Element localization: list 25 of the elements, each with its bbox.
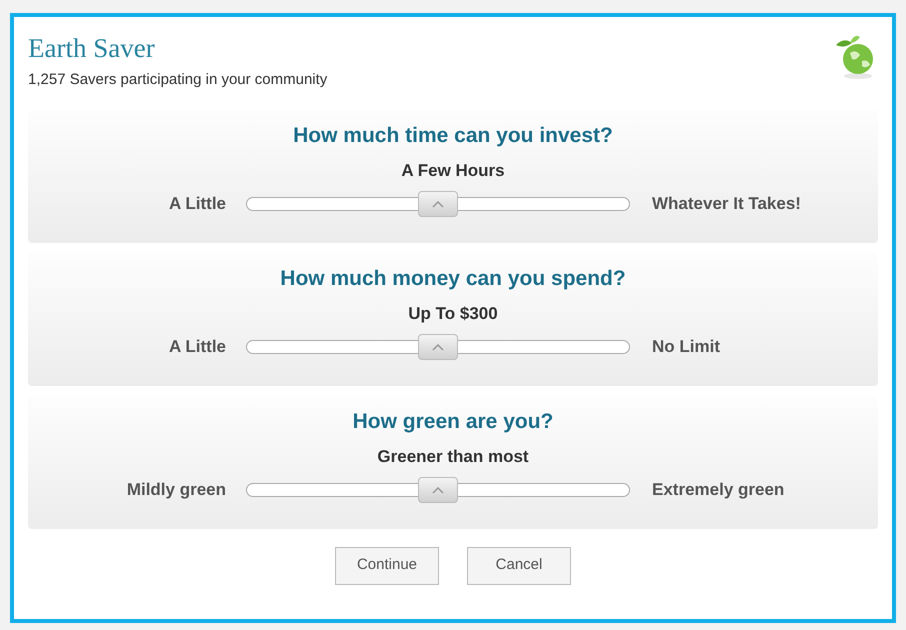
min-label: Mildly green [126,480,226,499]
slider[interactable] [246,334,630,360]
max-label: Whatever It Takes! [652,194,801,213]
participants-count: 1,257 Savers participating in your community [28,70,328,90]
selected-answer: Greener than most [377,446,529,468]
slider-thumb[interactable] [418,477,458,503]
caret-up-icon [432,344,444,350]
selected-answer: Up To $300 [408,302,498,324]
caret-up-icon [432,200,444,208]
question-text: How green are you? [352,408,554,434]
min-label: A Little [169,337,226,356]
cancel-button[interactable]: Cancel [467,546,571,584]
slider-thumb[interactable] [418,334,458,360]
app-title: Earth Saver [28,32,156,65]
max-label: No Limit [652,337,720,356]
min-label: A Little [169,194,226,213]
max-label: Extremely green [652,480,784,499]
continue-button[interactable]: Continue [335,546,439,584]
caret-up-icon [432,486,444,494]
selected-answer: A Few Hours [401,160,505,182]
slider[interactable] [246,477,630,503]
question-text: How much time can you invest? [293,122,613,148]
question-text: How much money can you spend? [280,266,626,292]
slider[interactable] [246,191,630,217]
slider-thumb[interactable] [418,191,458,217]
